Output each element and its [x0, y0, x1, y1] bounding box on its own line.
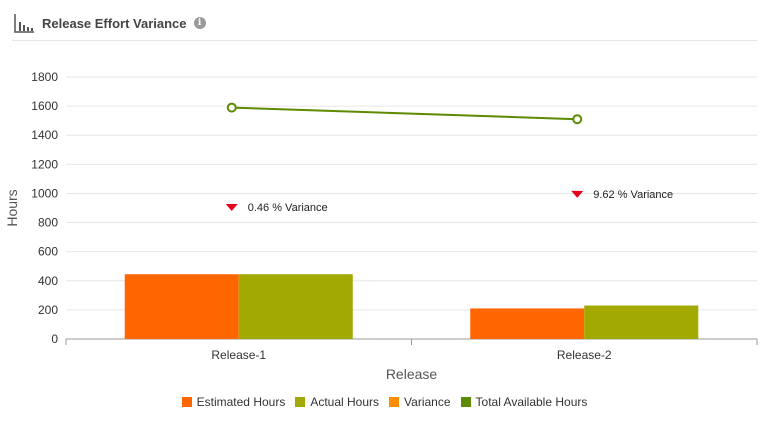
- effort-variance-chart: 0 200 400 600 800 1000 1200 1400 1600 1800 Release…: [4, 70, 758, 382]
- variance-marker: [225, 204, 238, 211]
- legend-item[interactable]: Actual Hours: [295, 395, 379, 409]
- legend-swatch: [389, 397, 400, 407]
- total-available-hours-point: [572, 114, 583, 125]
- bar-estimated-hours: [124, 274, 239, 339]
- y-tick-label: 1000: [31, 186, 58, 200]
- legend-label: Estimated Hours: [196, 395, 286, 409]
- y-tick-label: 800: [38, 216, 58, 230]
- x-axis-title: Release: [386, 366, 438, 382]
- y-tick-label: 600: [38, 245, 58, 259]
- y-tick-label: 400: [38, 274, 58, 288]
- bar-actual-hours: [238, 274, 353, 339]
- legend-swatch: [295, 397, 306, 407]
- y-tick-label: 1800: [31, 70, 58, 84]
- variance-label: 0.46 % Variance: [248, 202, 328, 214]
- legend-label: Total Available Hours: [475, 395, 588, 409]
- variance-marker: [571, 190, 584, 198]
- total-available-hours-line: [231, 106, 578, 121]
- legend-label: Variance: [404, 395, 451, 409]
- legend-swatch: [460, 397, 471, 407]
- y-axis-title: Hours: [4, 189, 20, 226]
- legend-label: Actual Hours: [310, 395, 380, 409]
- bar-actual-hours: [584, 305, 699, 339]
- total-available-hours-point: [226, 102, 237, 113]
- x-tick-label: Release-1: [211, 348, 266, 362]
- bar-estimated-hours: [470, 308, 585, 339]
- y-tick-label: 1200: [31, 157, 58, 171]
- y-tick-label: 0: [51, 332, 58, 346]
- variance-label: 9.62 % Variance: [593, 189, 673, 201]
- y-tick-label: 1400: [31, 128, 58, 142]
- x-tick-label: Release-2: [557, 348, 612, 362]
- legend-swatch: [181, 397, 192, 407]
- legend-item[interactable]: Estimated Hours: [181, 395, 286, 409]
- legend-item[interactable]: Variance: [389, 395, 451, 409]
- chart-legend: Estimated Hours Actual Hours Variance Total…: [0, 395, 769, 409]
- y-tick-label: 200: [38, 303, 58, 317]
- legend-item[interactable]: Total Available Hours: [460, 395, 588, 409]
- y-tick-label: 1600: [31, 99, 58, 113]
